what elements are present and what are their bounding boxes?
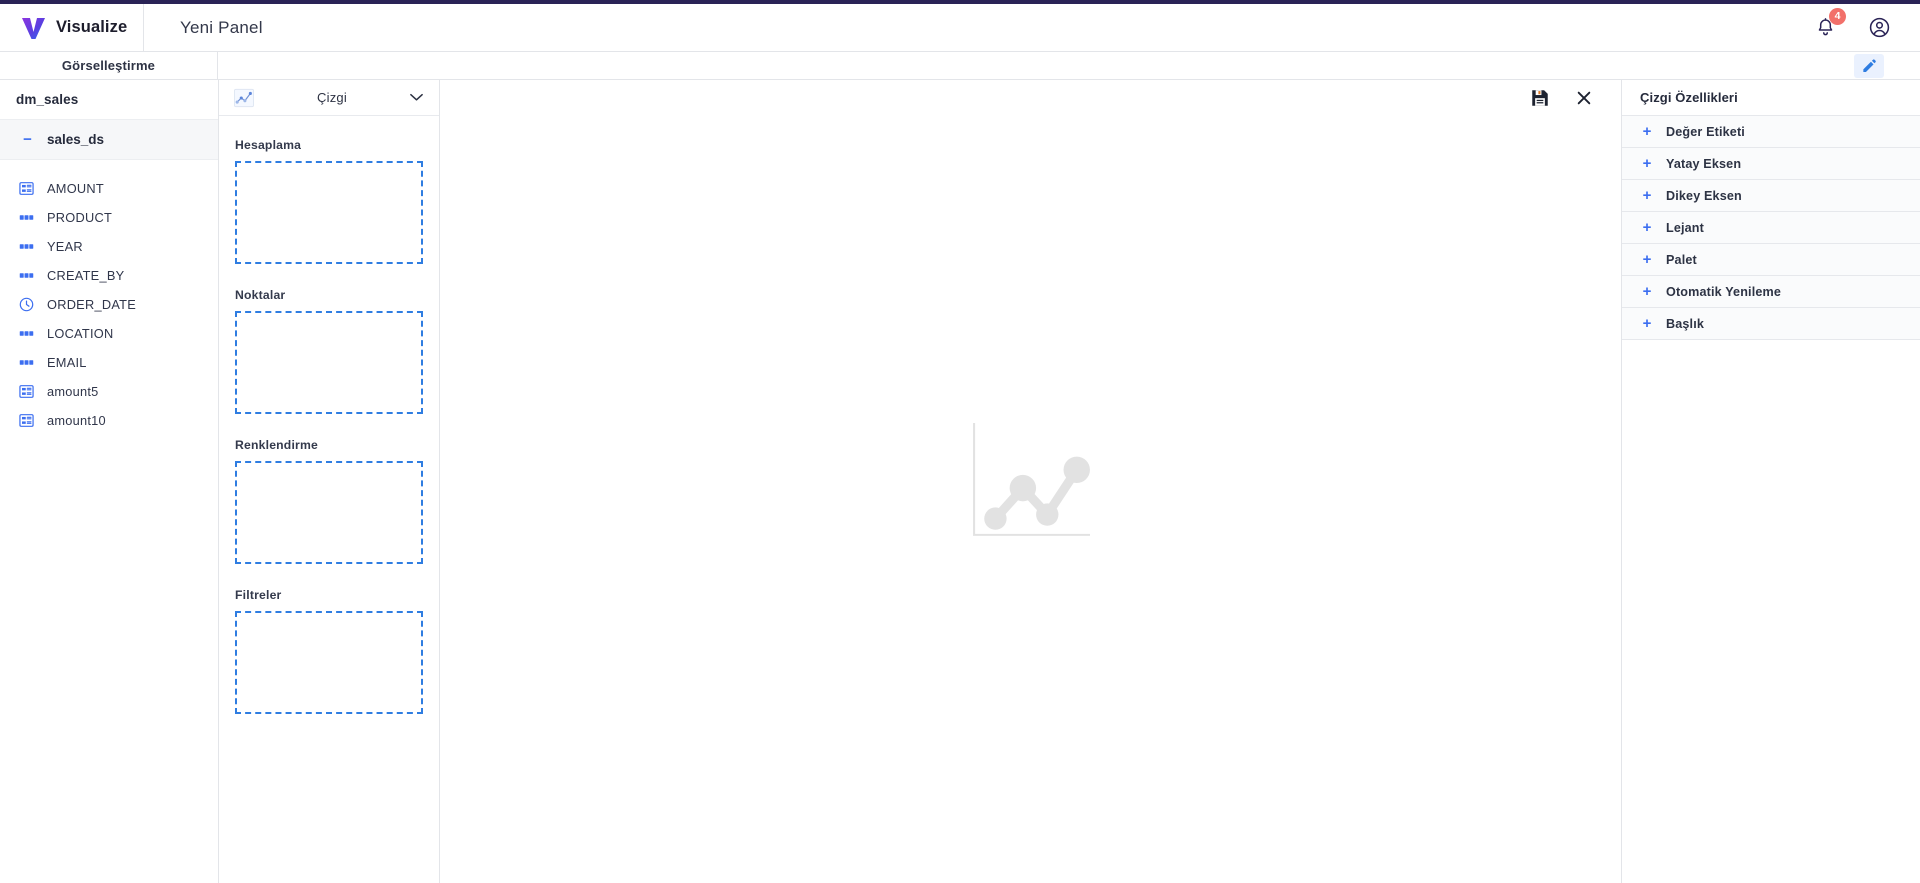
abc-text-field-icon	[18, 210, 34, 226]
field-name: ORDER_DATE	[47, 297, 137, 312]
shelf-dropzone-renklendirme[interactable]	[235, 461, 423, 564]
shelf-filtreler: Filtreler	[235, 588, 423, 714]
property-section-yatay-eksen[interactable]: + Yatay Eksen	[1622, 148, 1920, 180]
property-section-label: Lejant	[1666, 220, 1704, 235]
field-row[interactable]: amount10	[0, 406, 218, 435]
property-section-otomatik-yenileme[interactable]: + Otomatik Yenileme	[1622, 276, 1920, 308]
chevron-down-icon[interactable]	[409, 89, 425, 107]
top-bar: Visualize Yeni Panel 4	[0, 4, 1920, 52]
fields-panel: dm_sales − sales_ds AMOUNT PRODUCT YEAR …	[0, 80, 219, 883]
expand-plus-icon[interactable]: +	[1642, 284, 1652, 299]
shelf-renklendirme: Renklendirme	[235, 438, 423, 564]
property-section-label: Yatay Eksen	[1666, 156, 1742, 171]
shelf-dropzone-noktalar[interactable]	[235, 311, 423, 414]
chart-type-label: Çizgi	[317, 90, 347, 105]
property-section-palet[interactable]: + Palet	[1622, 244, 1920, 276]
property-section-dikey-eksen[interactable]: + Dikey Eksen	[1622, 180, 1920, 212]
field-row[interactable]: amount5	[0, 377, 218, 406]
expand-plus-icon[interactable]: +	[1642, 220, 1652, 235]
property-section-label: Palet	[1666, 252, 1697, 267]
page-title: Yeni Panel	[180, 17, 263, 37]
field-list: AMOUNT PRODUCT YEAR CREATE_BY ORDER_DATE…	[0, 160, 218, 435]
abc-text-field-icon	[18, 355, 34, 371]
dataset-node-label: sales_ds	[47, 132, 105, 147]
field-name: AMOUNT	[47, 181, 104, 196]
visualize-v-logo-icon	[20, 15, 47, 41]
account-button[interactable]	[1866, 15, 1892, 41]
property-section-deger-etiketi[interactable]: + Değer Etiketi	[1622, 116, 1920, 148]
notification-badge-count: 4	[1829, 7, 1846, 25]
abc-text-field-icon	[18, 326, 34, 342]
edit-panel-button[interactable]	[1854, 53, 1884, 78]
field-name: PRODUCT	[47, 210, 113, 225]
tab-visualization[interactable]: Görselleştirme	[0, 52, 218, 79]
shelves-panel: Çizgi Hesaplama Noktalar Renklendirme Fi…	[219, 80, 440, 883]
sub-bar-spacer	[218, 52, 1854, 79]
property-section-label: Değer Etiketi	[1666, 124, 1745, 139]
top-bar-actions: 4	[1812, 7, 1920, 41]
expand-plus-icon[interactable]: +	[1642, 316, 1652, 331]
empty-chart-placeholder	[440, 80, 1621, 883]
properties-panel: Çizgi Özellikleri + Değer Etiketi + Yata…	[1622, 80, 1920, 883]
chart-type-selector[interactable]: Çizgi	[219, 80, 439, 116]
number-field-icon	[18, 413, 34, 429]
datasource-name: dm_sales	[0, 80, 218, 120]
workspace: dm_sales − sales_ds AMOUNT PRODUCT YEAR …	[0, 80, 1920, 883]
expand-plus-icon[interactable]: +	[1642, 188, 1652, 203]
chart-canvas[interactable]	[440, 80, 1622, 883]
brand-home-link[interactable]: Visualize	[0, 4, 144, 51]
shelf-noktalar: Noktalar	[235, 288, 423, 414]
field-row[interactable]: YEAR	[0, 232, 218, 261]
shelves-list: Hesaplama Noktalar Renklendirme Filtrele…	[219, 116, 439, 714]
dataset-node-sales-ds[interactable]: − sales_ds	[0, 120, 218, 160]
field-name: CREATE_BY	[47, 268, 125, 283]
sub-bar: Görselleştirme	[0, 52, 1920, 80]
field-name: YEAR	[47, 239, 83, 254]
line-chart-placeholder-icon	[972, 422, 1090, 536]
field-name: amount10	[47, 413, 106, 428]
field-name: EMAIL	[47, 355, 87, 370]
shelf-hesaplama: Hesaplama	[235, 138, 423, 264]
field-row[interactable]: CREATE_BY	[0, 261, 218, 290]
property-section-baslik[interactable]: + Başlık	[1622, 308, 1920, 340]
field-row[interactable]: PRODUCT	[0, 203, 218, 232]
collapse-toggle-icon[interactable]: −	[22, 132, 33, 147]
expand-plus-icon[interactable]: +	[1642, 124, 1652, 139]
user-account-icon	[1869, 17, 1889, 38]
field-name: LOCATION	[47, 326, 114, 341]
shelf-label: Hesaplama	[235, 138, 302, 152]
field-row[interactable]: EMAIL	[0, 348, 218, 377]
shelf-dropzone-hesaplama[interactable]	[235, 161, 423, 264]
tab-visualization-label: Görselleştirme	[61, 58, 156, 73]
shelf-label: Noktalar	[235, 288, 286, 302]
property-section-label: Başlık	[1666, 316, 1705, 331]
expand-plus-icon[interactable]: +	[1642, 252, 1652, 267]
field-row[interactable]: LOCATION	[0, 319, 218, 348]
clock-date-field-icon	[18, 297, 34, 313]
shelf-dropzone-filtreler[interactable]	[235, 611, 423, 714]
pencil-edit-icon	[1863, 58, 1876, 72]
field-row[interactable]: ORDER_DATE	[0, 290, 218, 319]
properties-panel-title: Çizgi Özellikleri	[1622, 80, 1920, 116]
property-section-lejant[interactable]: + Lejant	[1622, 212, 1920, 244]
shelf-label: Filtreler	[235, 588, 282, 602]
field-name: amount5	[47, 384, 99, 399]
shelf-label: Renklendirme	[235, 438, 318, 452]
field-row[interactable]: AMOUNT	[0, 174, 218, 203]
abc-text-field-icon	[18, 239, 34, 255]
property-section-label: Dikey Eksen	[1666, 188, 1742, 203]
line-chart-icon	[233, 88, 255, 108]
number-field-icon	[18, 384, 34, 400]
number-field-icon	[18, 181, 34, 197]
expand-plus-icon[interactable]: +	[1642, 156, 1652, 171]
brand-name: Visualize	[56, 18, 128, 36]
abc-text-field-icon	[18, 268, 34, 284]
notifications-button[interactable]: 4	[1812, 7, 1846, 41]
property-section-label: Otomatik Yenileme	[1666, 284, 1782, 299]
